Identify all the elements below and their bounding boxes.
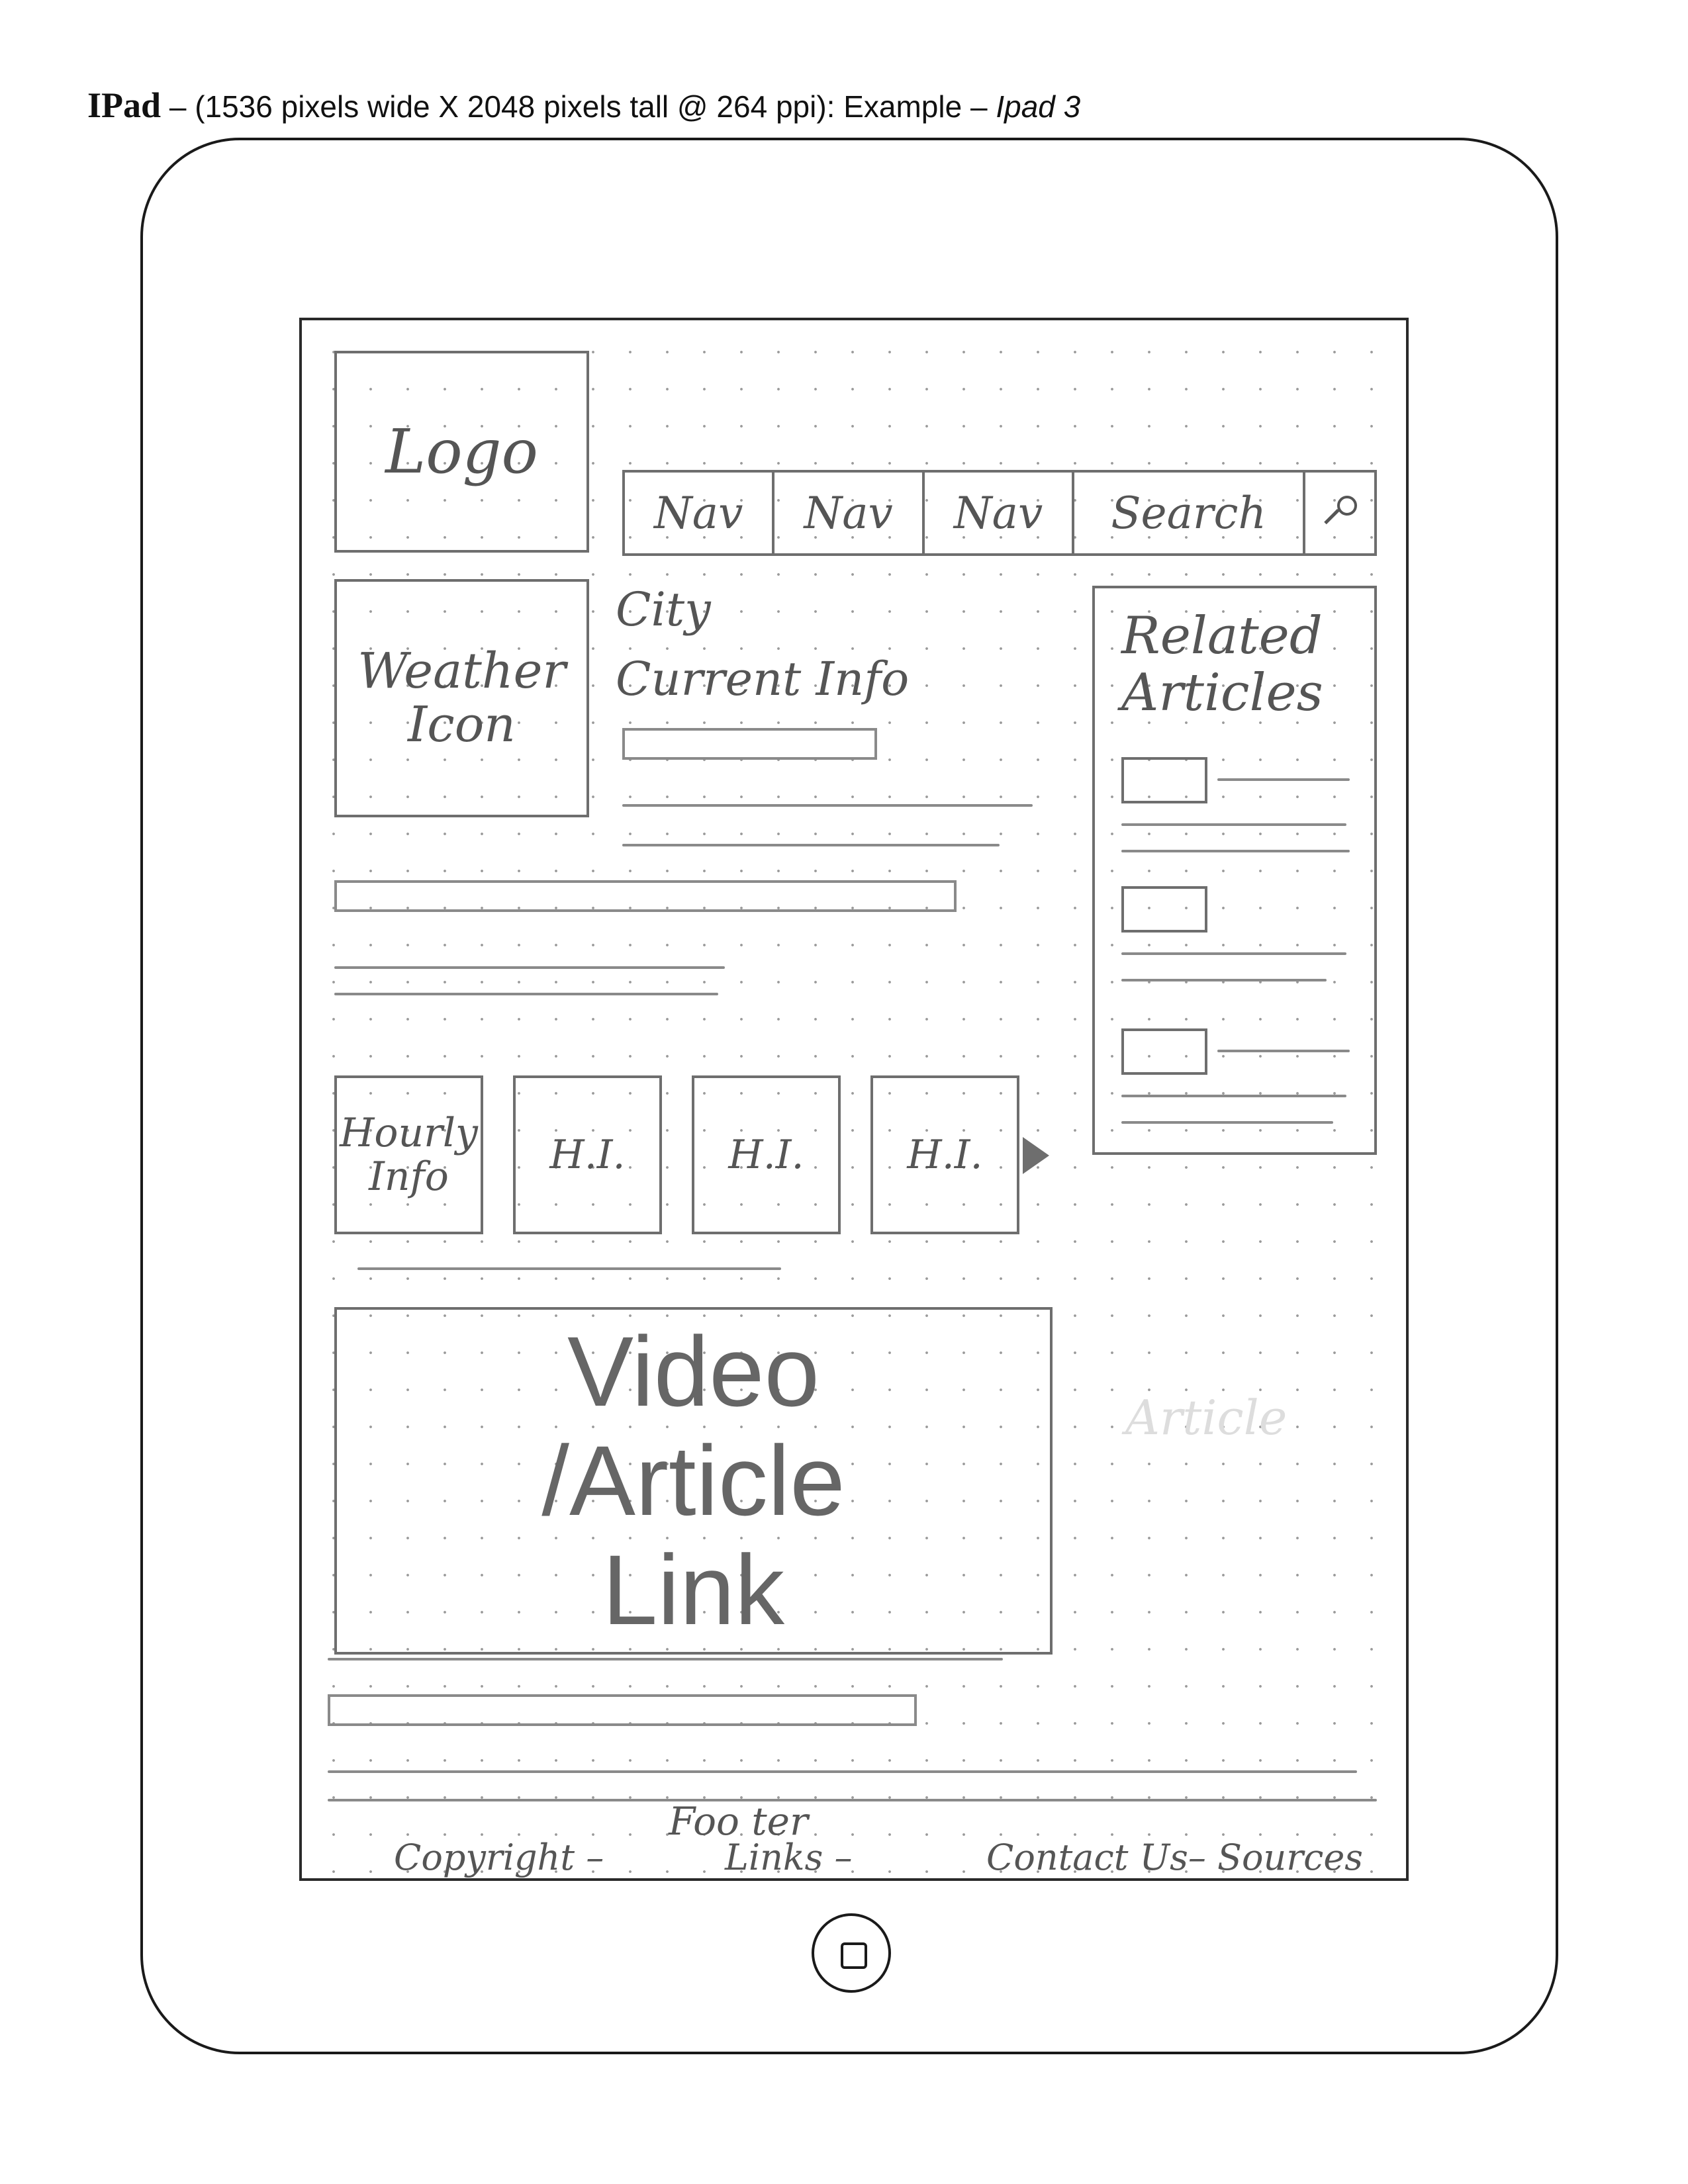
hourly-info-label: H.I. [907,1132,983,1178]
footer-contact-sources[interactable]: Contact Us– Sources [986,1837,1363,1878]
nav-item-3[interactable]: Nav [925,473,1075,553]
weather-icon-label: Weather Icon [357,642,566,753]
example-model: Ipad 3 [996,89,1081,124]
placeholder-line [622,844,1000,846]
hourly-info-label: H.I. [549,1132,626,1178]
related-article-item[interactable] [1095,1028,1374,1154]
video-article-link[interactable]: Video /Article Link [334,1307,1053,1655]
footer-links: Copyright – Links – Contact Us– Sources [394,1837,1387,1883]
hourly-info-card[interactable]: H.I. [513,1075,662,1234]
home-button-glyph [841,1942,867,1969]
related-article-item[interactable] [1095,886,1374,1012]
hourly-info-card[interactable]: H.I. [870,1075,1019,1234]
placeholder-bar [334,880,957,912]
nav-item-1[interactable]: Nav [625,473,775,553]
faint-article-label: Article [1125,1390,1288,1445]
hourly-info-label: H.I. [728,1132,804,1178]
placeholder-line [334,993,718,995]
arrow-right-icon[interactable] [1023,1137,1049,1174]
placeholder-line [328,1658,1003,1661]
placeholder-bar [328,1694,917,1726]
article-thumbnail [1121,757,1207,803]
weather-icon-box: Weather Icon [334,579,589,817]
search-input[interactable]: Search [1074,473,1306,553]
placeholder-line [357,1267,781,1270]
hourly-info-label: Hourly Info [340,1110,478,1200]
page-heading: IPad – (1536 pixels wide X 2048 pixels t… [87,85,1080,126]
related-articles-title: Related Articles [1121,606,1323,723]
related-articles-panel: Related Articles [1092,586,1377,1155]
footer-links-item[interactable]: Links – [725,1837,853,1878]
device-spec: – (1536 pixels wide X 2048 pixels tall @… [161,89,996,124]
footer-copyright[interactable]: Copyright – [394,1837,604,1878]
hourly-info-card[interactable]: H.I. [692,1075,841,1234]
logo-label: Logo [385,416,538,487]
nav-item-2[interactable]: Nav [774,473,925,553]
video-article-label: Video /Article Link [541,1316,845,1645]
search-button[interactable] [1305,473,1374,553]
current-info-bar [622,728,877,760]
device-name: IPad [87,85,162,125]
placeholder-line [334,966,725,969]
article-thumbnail [1121,1028,1207,1075]
current-info-label: Current Info [616,652,910,706]
home-button-icon[interactable] [812,1913,891,1993]
related-article-item[interactable] [1095,757,1374,883]
placeholder-line [328,1799,1377,1801]
logo-box[interactable]: Logo [334,351,589,553]
article-thumbnail [1121,886,1207,933]
nav-bar: Nav Nav Nav Search [622,470,1377,556]
magnifier-icon [1323,496,1358,530]
hourly-info-card[interactable]: Hourly Info [334,1075,483,1234]
placeholder-line [622,804,1033,807]
city-label: City [616,582,711,637]
placeholder-line [328,1770,1357,1773]
